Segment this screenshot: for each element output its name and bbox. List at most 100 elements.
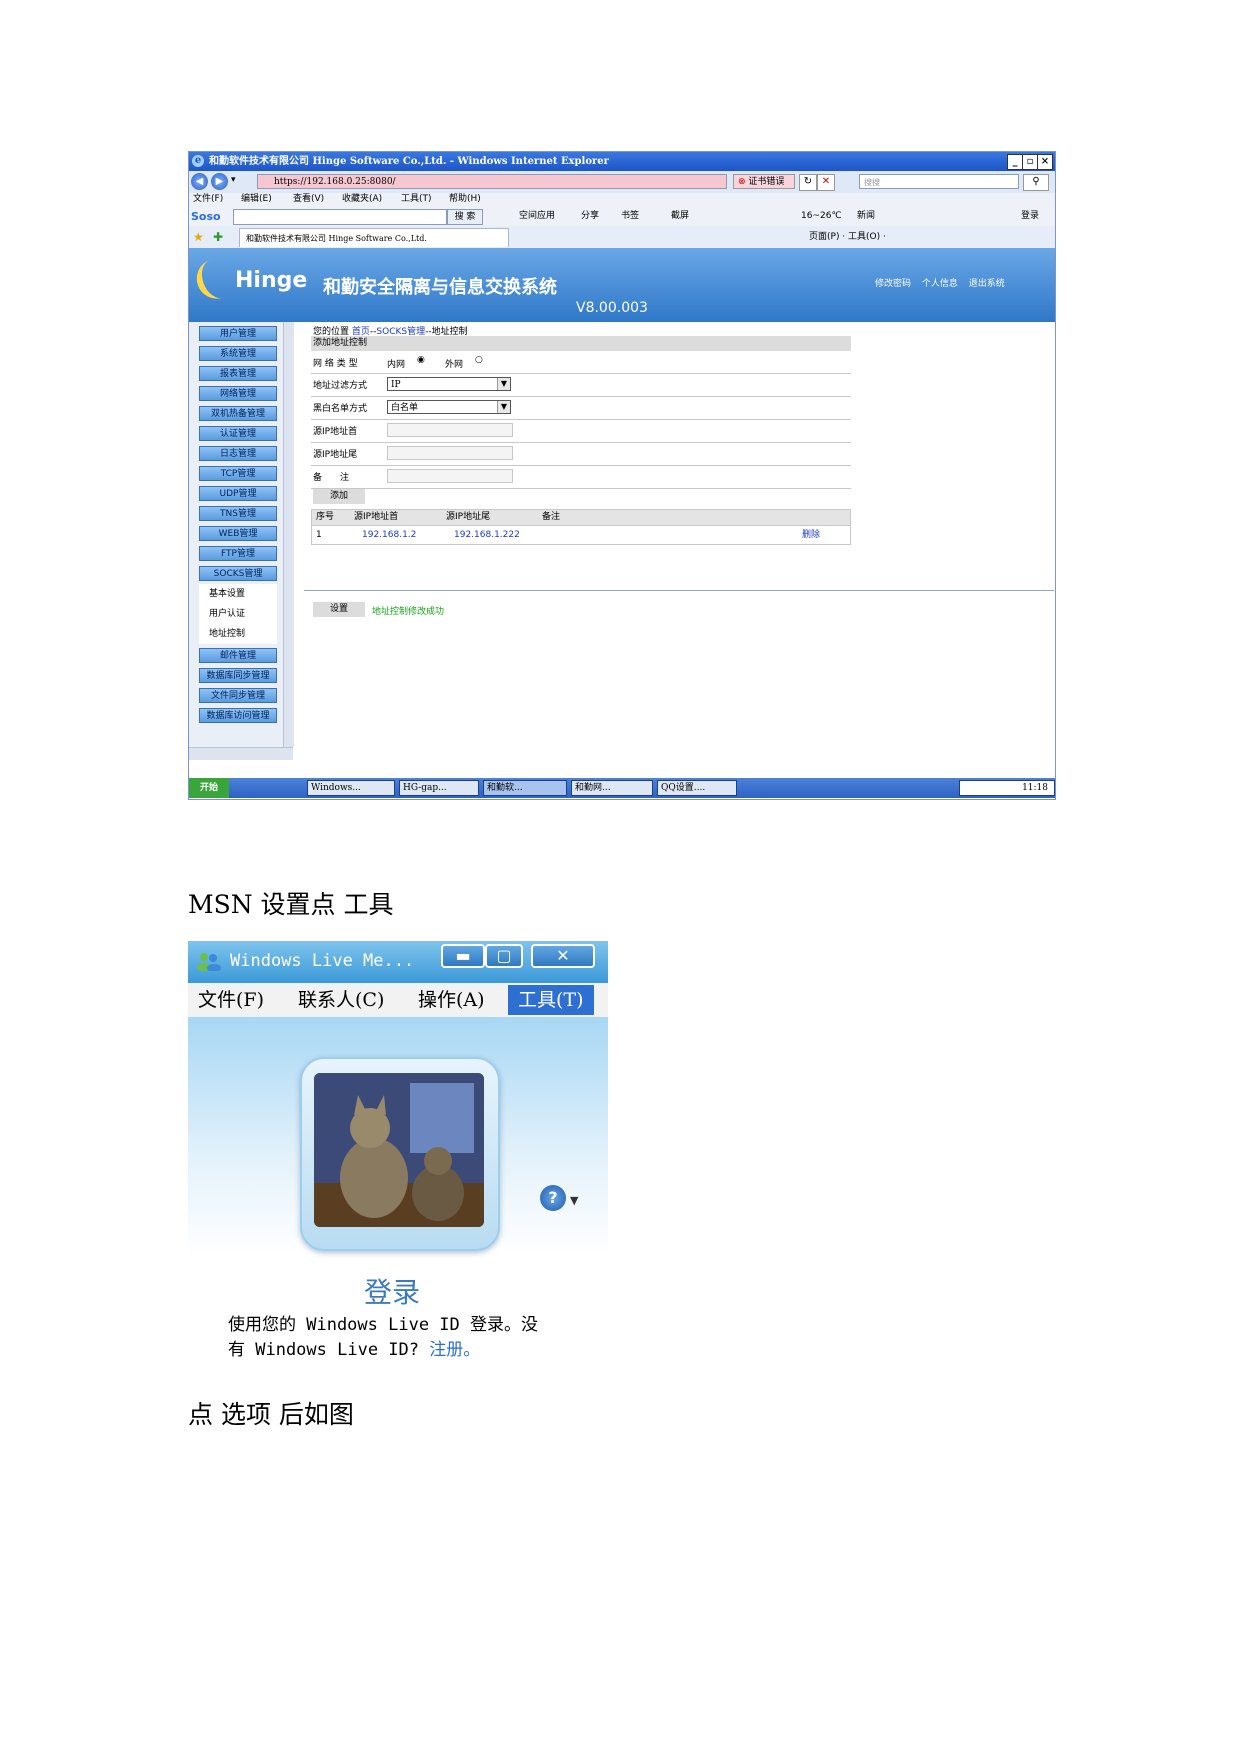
sidebar-item-auth[interactable]: 认证管理 [199,426,277,441]
network-inner-radio[interactable]: ◉ [417,355,425,365]
soso-item-share[interactable]: 分享 [581,206,599,226]
soso-search-input[interactable] [233,209,447,225]
add-button[interactable]: 添加 [313,489,365,504]
history-dropdown-icon[interactable]: ▾ [231,175,236,185]
set-button[interactable]: 设置 [313,602,365,617]
delete-link[interactable]: 删除 [802,528,820,543]
cert-warning-icon: ⊗ [738,177,746,187]
maximize-icon[interactable]: ▢ [485,944,523,968]
msn-menu-contacts[interactable]: 联系人(C) [298,983,384,1017]
msn-signin-link[interactable]: 登录 [364,1271,420,1311]
search-icon[interactable]: ⚲ [1023,174,1049,191]
start-button[interactable]: 开始 [189,778,229,798]
task-item[interactable]: QQ设置.... [657,780,737,796]
tab-active[interactable]: 和勤软件技术有限公司 Hinge Software Co.,Ltd. [239,228,509,247]
back-icon[interactable]: ◀ [191,173,208,190]
soso-search-button[interactable]: 搜 索 [447,209,483,225]
profile-link[interactable]: 个人信息 [922,279,958,289]
soso-item-login[interactable]: 登录 [1021,206,1039,226]
sidebar-horizontal-scrollbar[interactable] [189,747,293,760]
soso-item-space[interactable]: 空间应用 [519,206,555,226]
divider [304,590,1054,591]
sidebar-subitem-address[interactable]: 地址控制 [199,624,277,644]
ie-title-bar: e 和勤软件技术有限公司 Hinge Software Co.,Ltd. - W… [189,152,1055,171]
filter-row: 地址过滤方式 IP ▼ [311,373,851,397]
remark-input[interactable] [387,469,513,483]
src-start-input[interactable] [387,423,513,437]
soso-item-weather[interactable]: 16~26℃ [801,206,842,226]
forward-icon[interactable]: ▶ [211,173,228,190]
help-icon[interactable]: ? [540,1185,566,1211]
sidebar-item-network[interactable]: 网络管理 [199,386,277,401]
msn-menu-tools[interactable]: 工具(T) [508,985,594,1015]
sidebar-item-tcp[interactable]: TCP管理 [199,466,277,481]
avatar-frame[interactable] [300,1057,500,1251]
list-mode-select[interactable]: 白名单 ▼ [387,400,511,414]
clock-time: 11:18 [1022,783,1048,793]
sidebar-item-udp[interactable]: UDP管理 [199,486,277,501]
sidebar-item-log[interactable]: 日志管理 [199,446,277,461]
src-end-input[interactable] [387,446,513,460]
minimize-icon[interactable]: ▬ [441,944,485,968]
sidebar-subitem-basic[interactable]: 基本设置 [199,584,277,604]
sidebar-item-db-access[interactable]: 数据库访问管理 [199,708,277,723]
task-item[interactable]: Windows... [307,780,395,796]
address-input[interactable]: https://192.168.0.25:8080/ [257,174,727,189]
network-type-row: 网 络 类 型 内网 ◉ 外网 ○ [311,351,851,374]
filter-value: IP [391,380,401,390]
stop-icon[interactable]: ✕ [817,174,835,191]
sidebar-item-report[interactable]: 报表管理 [199,366,277,381]
search-placeholder: 搜搜 [864,178,880,187]
table-header-cell: 序号 [316,512,335,522]
soso-item-screenshot[interactable]: 截屏 [671,206,689,226]
logout-link[interactable]: 退出系统 [969,279,1005,289]
refresh-icon[interactable]: ↻ [799,174,817,191]
task-item-active[interactable]: 和勤软... [483,780,567,796]
task-item[interactable]: 和勤网... [571,780,653,796]
filter-select[interactable]: IP ▼ [387,377,511,391]
row-start: 192.168.1.2 [362,530,417,540]
msn-menu-actions[interactable]: 操作(A) [418,983,485,1017]
table-header-cell: 备注 [542,512,561,522]
menu-edit[interactable]: 编辑(E) [241,193,272,206]
sidebar-subitem-user-auth[interactable]: 用户认证 [199,604,277,624]
table-row: 1 192.168.1.2 192.168.1.222 删除 [312,526,850,544]
menu-tools[interactable]: 工具(T) [401,193,432,206]
minimize-icon[interactable]: _ [1007,154,1023,170]
sidebar-item-system[interactable]: 系统管理 [199,346,277,361]
task-item[interactable]: HG-gap... [399,780,479,796]
restore-icon[interactable]: ▫ [1022,154,1038,170]
sidebar-item-mail[interactable]: 邮件管理 [199,648,277,663]
sidebar-item-socks[interactable]: SOCKS管理 [199,566,277,581]
soso-item-news[interactable]: 新闻 [857,206,875,226]
msn-signin-panel: ? ▼ [188,1017,608,1255]
cert-error-button[interactable]: ⊗ 证书错误 [733,174,795,189]
favorites-star-icon[interactable]: ★ [193,226,204,248]
menu-file[interactable]: 文件(F) [193,193,223,206]
chevron-down-icon[interactable]: ▼ [570,1194,578,1207]
menu-help[interactable]: 帮助(H) [449,193,481,206]
sidebar-item-web[interactable]: WEB管理 [199,526,277,541]
command-bar[interactable]: 页面(P) · 工具(O) · [809,226,886,248]
sidebar-item-db-sync[interactable]: 数据库同步管理 [199,668,277,683]
close-icon[interactable]: ✕ [531,944,595,968]
change-password-link[interactable]: 修改密码 [875,279,911,289]
menu-view[interactable]: 查看(V) [293,193,324,206]
network-outer-radio[interactable]: ○ [475,355,483,365]
add-favorites-icon[interactable]: ✚ [213,226,223,248]
sidebar-item-ha[interactable]: 双机热备管理 [199,406,277,421]
close-icon[interactable]: × [1037,154,1053,170]
sidebar-item-ftp[interactable]: FTP管理 [199,546,277,561]
top-links: 修改密码 个人信息 退出系统 [875,276,1013,289]
msn-menu-file[interactable]: 文件(F) [198,983,264,1017]
register-link[interactable]: 注册。 [429,1340,480,1360]
sidebar-item-tns[interactable]: TNS管理 [199,506,277,521]
search-input[interactable]: 搜搜 [859,174,1019,189]
soso-item-bookmark[interactable]: 书签 [621,206,639,226]
paragraph-msn-tools: MSN 设置点 工具 [188,890,394,919]
sidebar-item-file-sync[interactable]: 文件同步管理 [199,688,277,703]
sidebar-item-user[interactable]: 用户管理 [199,326,277,341]
menu-favorites[interactable]: 收藏夹(A) [342,193,382,206]
cert-error-label: 证书错误 [748,177,785,187]
sidebar-scrollbar[interactable] [283,322,294,747]
